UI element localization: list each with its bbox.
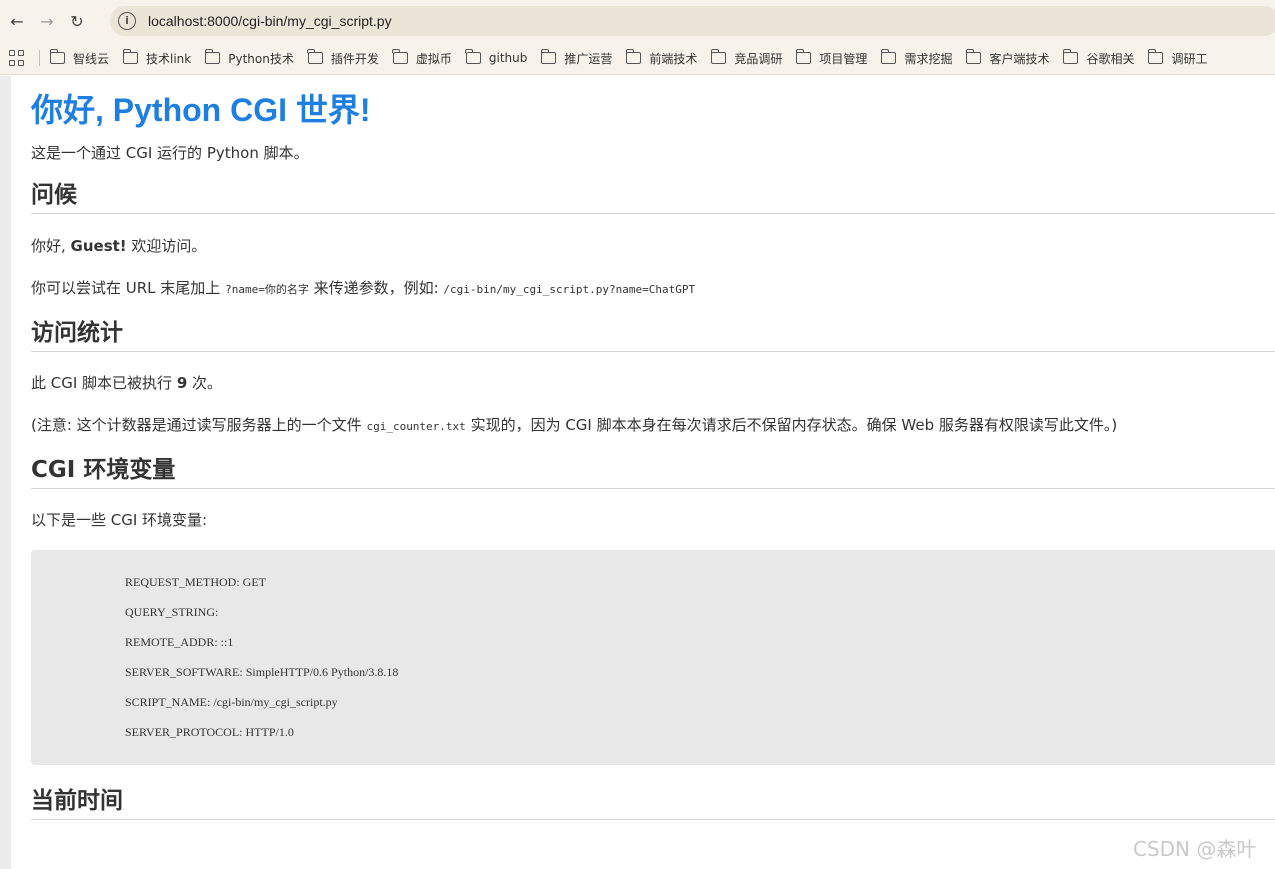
stats-heading: 访问统计	[31, 319, 1275, 352]
greeting-heading: 问候	[31, 181, 1275, 214]
csdn-watermark: CSDN @森叶	[1133, 837, 1257, 861]
bookmark-label: 智线云	[73, 51, 110, 66]
folder-icon	[795, 49, 812, 64]
bookmark-label: 项目管理	[819, 51, 868, 66]
folder-icon	[1062, 49, 1079, 64]
time-heading: 当前时间	[31, 787, 1275, 820]
bookmark-label: 虚拟币	[415, 51, 452, 66]
browser-toolbar: ← → ↻ i localhost:8000/cgi-bin/my_cgi_sc…	[0, 0, 1275, 42]
url-text[interactable]: localhost:8000/cgi-bin/my_cgi_script.py	[148, 13, 392, 29]
env-line: SERVER_PROTOCOL: HTTP/1.0	[125, 725, 294, 739]
bookmark-item[interactable]: 竞品调研	[710, 49, 783, 67]
env-line: REQUEST_METHOD: GET	[125, 575, 266, 589]
bookmark-item[interactable]: Python技术	[204, 49, 294, 67]
bookmark-label: github	[488, 51, 528, 65]
env-heading: CGI 环境变量	[31, 456, 1275, 489]
env-line: REMOTE_ADDR: ::1	[125, 635, 234, 649]
page-left-gutter	[0, 76, 11, 869]
bookmarks-separator	[39, 50, 40, 66]
tip-param-code: ?name=你的名字	[225, 283, 309, 296]
tip-prefix: 你可以尝试在 URL 末尾加上	[31, 279, 226, 297]
folder-icon	[49, 49, 65, 64]
reload-icon[interactable]: ↻	[64, 8, 90, 34]
greeting-suffix: 欢迎访问。	[126, 237, 207, 255]
bookmark-item[interactable]: 插件开发	[307, 49, 379, 67]
intro-text: 这是一个通过 CGI 运行的 Python 脚本。	[31, 144, 309, 162]
run-count: 9	[176, 374, 188, 392]
bookmarks-bar: 智线云 技术link Python技术 插件开发 虚拟币 github 推广运营 前端技术 竞品…	[0, 42, 1275, 75]
bookmark-item[interactable]: github	[465, 49, 528, 65]
back-arrow-icon[interactable]: ←	[4, 8, 30, 34]
tip-middle: 来传递参数，例如:	[308, 279, 444, 297]
forward-arrow-icon[interactable]: →	[34, 8, 60, 34]
bookmark-label: 客户端技术	[989, 51, 1050, 66]
bookmark-label: 需求挖掘	[904, 51, 953, 66]
greeting-text: 你好, Guest! 欢迎访问。	[31, 236, 1275, 256]
folder-icon	[122, 49, 139, 64]
bookmark-item[interactable]: 调研工	[1147, 49, 1208, 67]
count-suffix: 次。	[187, 374, 223, 392]
folder-icon	[965, 49, 982, 64]
greeting-prefix: 你好,	[31, 237, 71, 255]
bookmark-item[interactable]: 技术link	[122, 49, 192, 67]
bookmark-item[interactable]: 谷歌相关	[1062, 49, 1135, 67]
env-line: SCRIPT_NAME: /cgi-bin/my_cgi_script.py	[125, 695, 338, 709]
folder-icon	[710, 49, 727, 64]
apps-grid-icon[interactable]	[9, 50, 25, 66]
run-count-text: 此 CGI 脚本已被执行 9 次。	[31, 373, 1275, 393]
counter-file-code: cgi_counter.txt	[366, 420, 466, 433]
note-prefix: (注意: 这个计数器是通过读写服务器上的一个文件	[31, 416, 367, 434]
folder-icon	[880, 49, 897, 64]
count-prefix: 此 CGI 脚本已被执行	[31, 374, 177, 392]
bookmark-label: 技术link	[146, 51, 192, 66]
param-tip: 你可以尝试在 URL 末尾加上 ?name=你的名字 来传递参数，例如: /cg…	[31, 278, 1275, 300]
folder-icon	[540, 49, 557, 64]
env-intro: 以下是一些 CGI 环境变量:	[31, 511, 208, 529]
folder-icon	[625, 49, 642, 64]
folder-icon	[204, 49, 221, 64]
counter-note: (注意: 这个计数器是通过读写服务器上的一个文件 cgi_counter.txt…	[31, 415, 1275, 437]
note-suffix: 实现的，因为 CGI 脚本本身在每次请求后不保留内存状态。确保 Web 服务器有…	[465, 416, 1118, 434]
env-line: SERVER_SOFTWARE: SimpleHTTP/0.6 Python/3…	[125, 665, 399, 679]
bookmark-label: 竞品调研	[734, 51, 783, 66]
bookmark-item[interactable]: 推广运营	[540, 49, 613, 67]
bookmark-label: 谷歌相关	[1086, 51, 1135, 66]
env-variables-box: REQUEST_METHOD: GET QUERY_STRING: REMOTE_A…	[31, 550, 1275, 765]
page-title: 你好, Python CGI 世界!	[31, 92, 371, 128]
bookmark-label: 推广运营	[564, 51, 613, 66]
folder-icon	[307, 49, 323, 64]
bookmark-item[interactable]: 客户端技术	[965, 49, 1050, 67]
page-content: 你好, Python CGI 世界! 这是一个通过 CGI 运行的 Python…	[31, 76, 1275, 820]
env-line: QUERY_STRING:	[125, 605, 219, 619]
guest-name: Guest!	[70, 237, 127, 255]
bookmark-item[interactable]: 虚拟币	[392, 49, 452, 67]
site-info-icon[interactable]: i	[118, 12, 136, 30]
tip-example-code: /cgi-bin/my_cgi_script.py?name=ChatGPT	[443, 283, 696, 296]
bookmark-item[interactable]: 前端技术	[625, 49, 698, 67]
bookmark-label: 前端技术	[649, 51, 698, 66]
folder-icon	[1147, 49, 1164, 64]
bookmark-item[interactable]: 项目管理	[795, 49, 868, 67]
bookmark-label: 插件开发	[330, 51, 379, 66]
bookmark-item[interactable]: 智线云	[49, 49, 110, 67]
bookmark-label: 调研工	[1171, 51, 1208, 66]
address-bar[interactable]: i localhost:8000/cgi-bin/my_cgi_script.p…	[110, 6, 1275, 36]
bookmark-item[interactable]: 需求挖掘	[880, 49, 953, 67]
folder-icon	[392, 49, 408, 64]
folder-icon	[465, 49, 481, 64]
bookmark-label: Python技术	[228, 51, 294, 66]
